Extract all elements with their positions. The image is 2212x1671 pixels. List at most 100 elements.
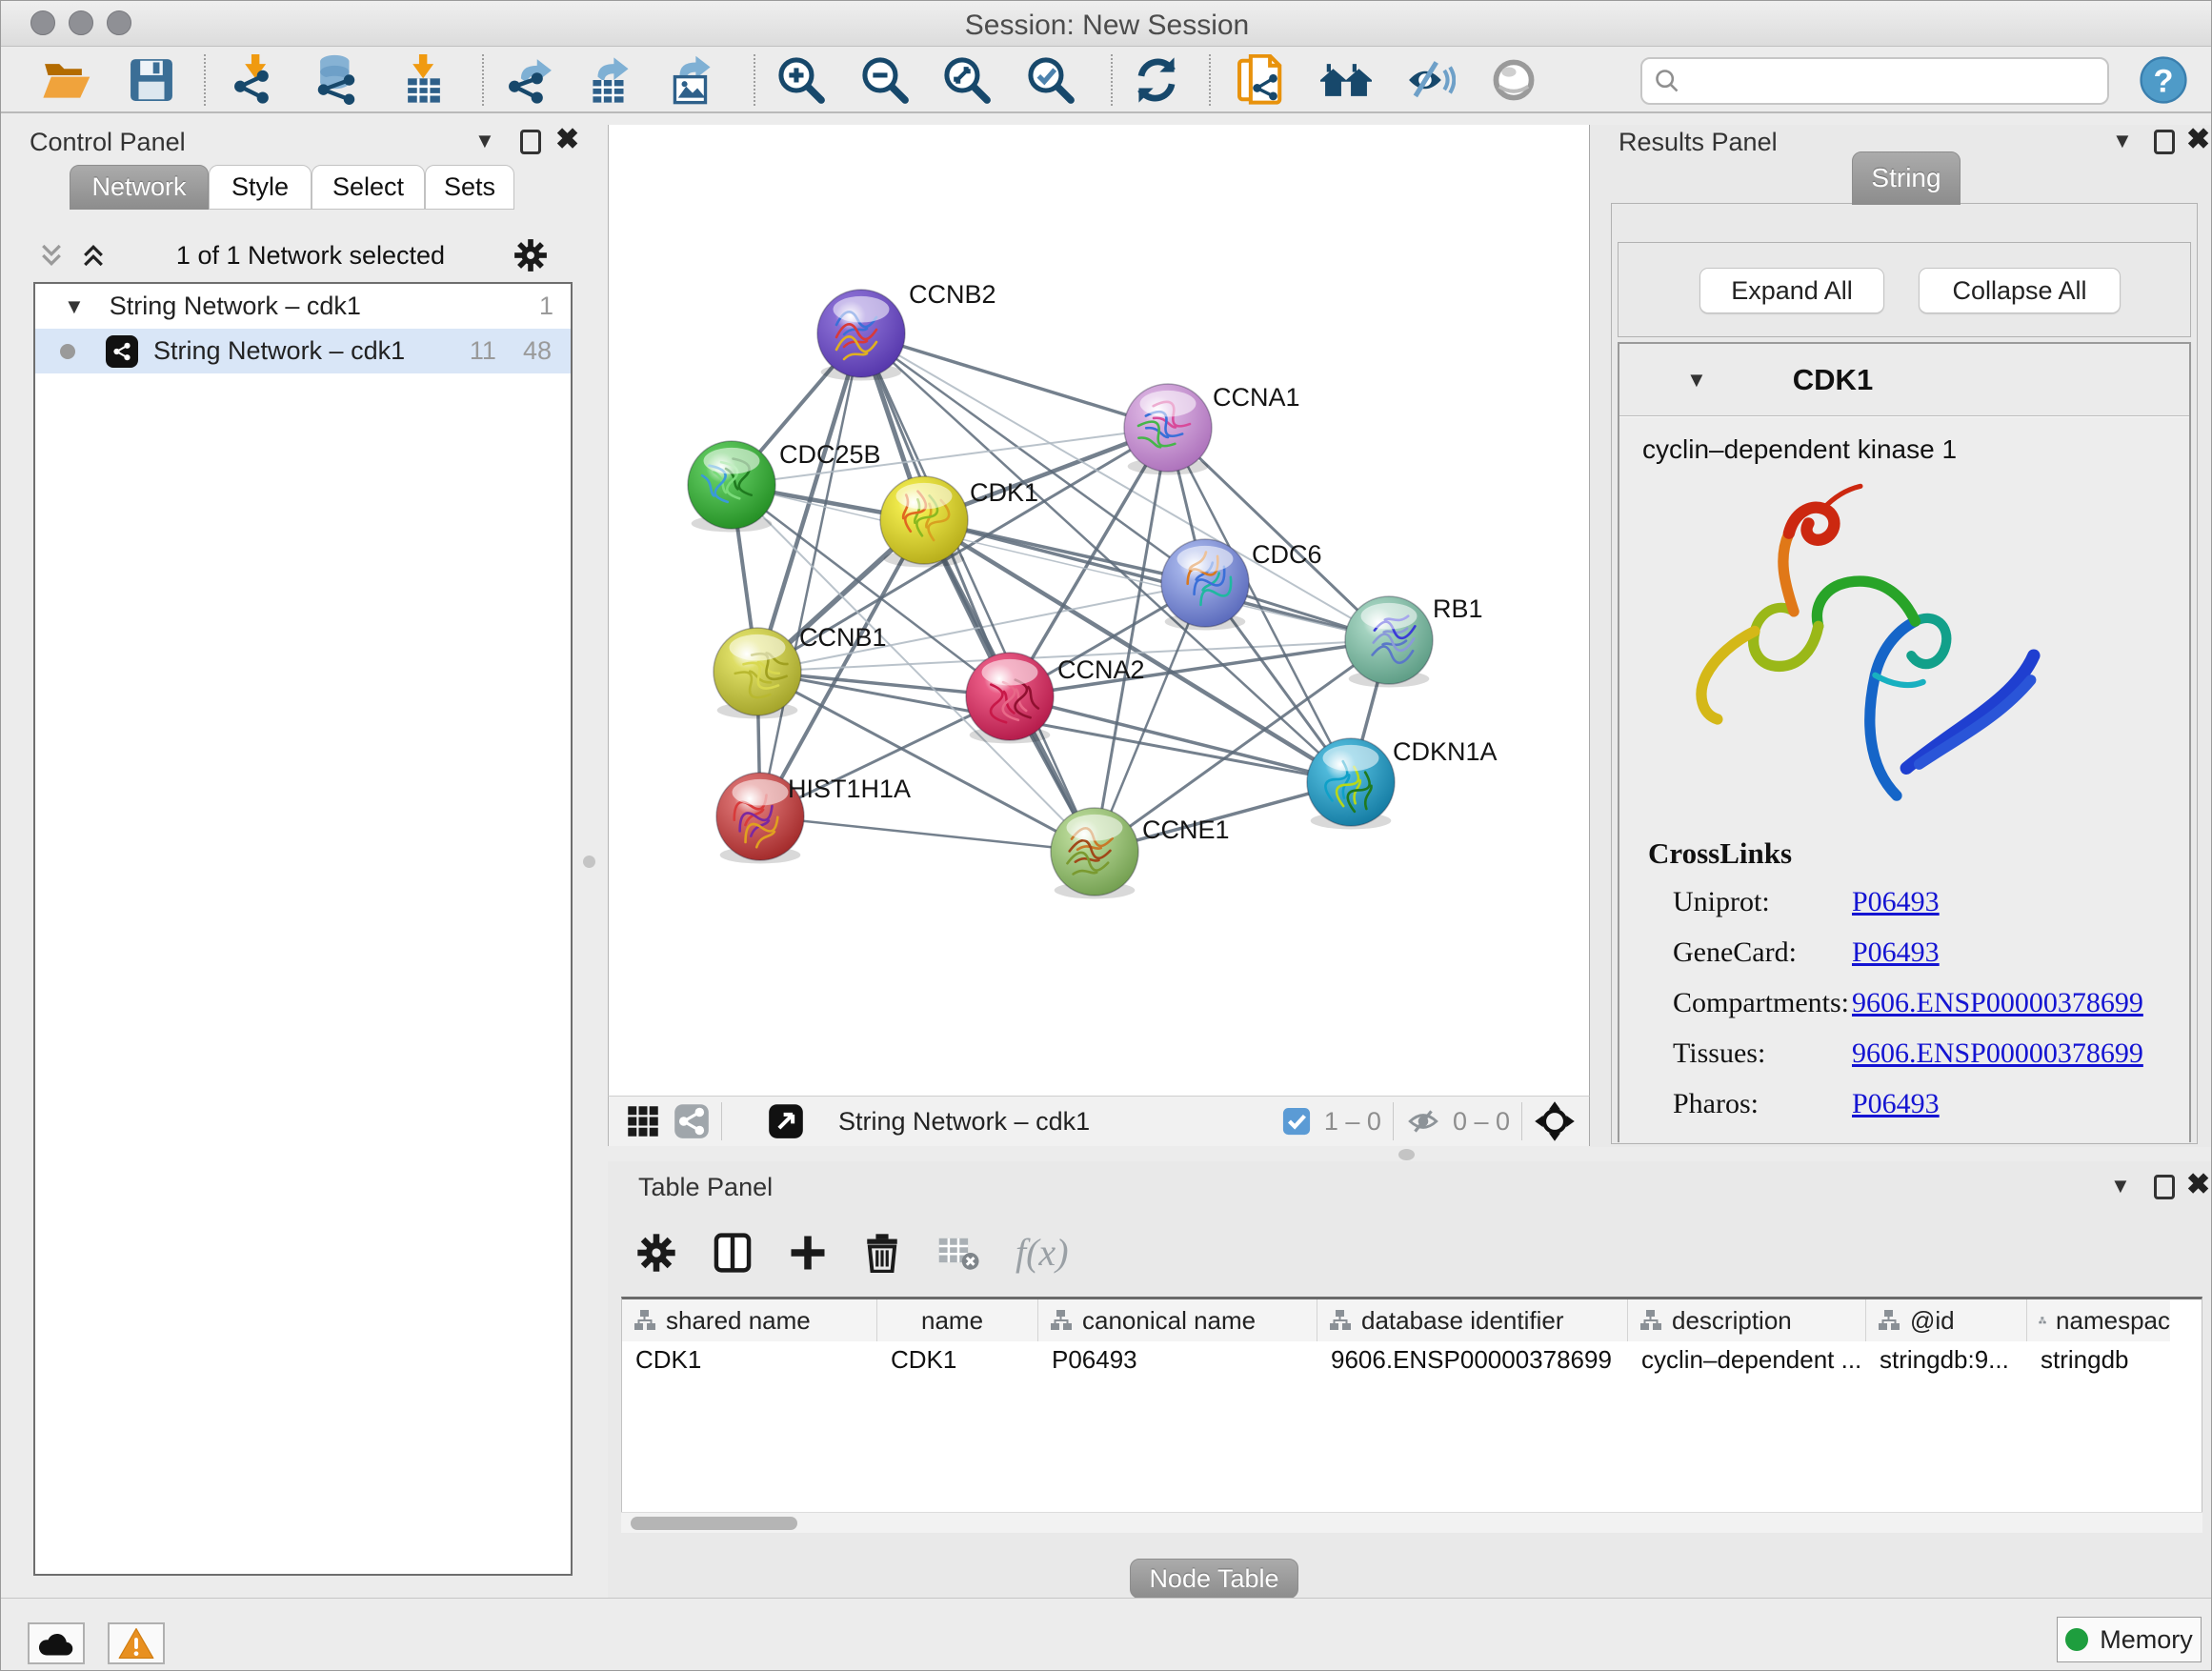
control-panel-close-icon[interactable]: ✖ [555,126,579,154]
column-header-shared-name[interactable]: shared name [622,1299,877,1341]
crosslink-compartments-link[interactable]: 9606.ENSP00000378699 [1852,987,2143,1019]
help-icon[interactable]: ? [2135,53,2192,107]
expand-all-chevrons-icon[interactable] [79,241,108,270]
delete-table-icon[interactable] [937,1235,979,1271]
tab-style[interactable]: Style [209,165,312,210]
network-view-title: String Network – cdk1 [838,1107,1090,1137]
hide-details-eye-slash-icon[interactable] [1401,53,1458,107]
network-overview-share-icon[interactable] [674,1103,710,1139]
crosslink-uniprot-link[interactable]: P06493 [1852,886,1940,918]
zoom-fit-icon[interactable] [938,53,995,107]
table-panel-float-icon[interactable] [2154,1175,2175,1199]
fit-selected-crosshair-icon[interactable] [1534,1100,1576,1142]
control-panel-collapse-icon[interactable]: ▼ [474,131,495,151]
table-horizontal-scrollbar[interactable] [621,1512,2202,1533]
import-table-icon[interactable] [395,53,452,107]
results-panel-collapse-icon[interactable]: ▼ [2112,131,2133,151]
cell-id[interactable]: stringdb:9... [1866,1341,2027,1378]
import-network-file-icon[interactable] [228,53,285,107]
results-panel-float-icon[interactable] [2154,130,2175,154]
cell-description[interactable]: cyclin–dependent ... [1628,1341,1866,1378]
refresh-icon[interactable] [1128,53,1185,107]
selected-items-checkbox-icon[interactable] [1282,1107,1311,1136]
export-network-icon[interactable] [502,53,559,107]
show-details-eye-icon[interactable] [1485,53,1542,107]
crosslink-genecard-link[interactable]: P06493 [1852,936,1940,969]
export-table-icon[interactable] [582,53,639,107]
network-edge-CCNB2-CCNA1[interactable] [861,333,1168,428]
control-panel-float-icon[interactable] [520,130,541,154]
add-column-icon[interactable] [789,1234,827,1272]
clone-network-icon[interactable] [1232,53,1289,107]
table-row[interactable]: CDK1 CDK1 P06493 9606.ENSP00000378699 cy… [622,1341,2202,1378]
tab-sets[interactable]: Sets [425,165,514,210]
export-image-icon[interactable] [664,53,721,107]
column-header-id[interactable]: @id [1866,1299,2027,1341]
zoom-out-icon[interactable] [856,53,914,107]
results-panel-close-icon[interactable]: ✖ [2186,126,2210,154]
cloud-tasks-button[interactable] [28,1622,85,1664]
table-settings-gear-icon[interactable] [636,1233,676,1273]
column-header-namespace[interactable]: namespac [2027,1299,2170,1341]
cell-shared-name[interactable]: CDK1 [622,1341,877,1378]
search-field[interactable] [1690,67,2090,96]
cell-namespace[interactable]: stringdb [2027,1341,2170,1378]
protein-disclosure-icon[interactable]: ▼ [1686,370,1707,391]
tab-node-table[interactable]: Node Table [1130,1559,1298,1599]
collection-disclosure-icon[interactable]: ▼ [64,296,85,317]
node-label-HIST1H1A: HIST1H1A [788,775,911,803]
network-edge-CCNA2-CDKN1A[interactable] [1010,696,1351,782]
table-panel-collapse-icon[interactable]: ▼ [2110,1176,2131,1197]
column-header-database-identifier[interactable]: database identifier [1317,1299,1628,1341]
protein-card-header[interactable]: ▼ CDK1 [1619,344,2189,416]
expand-all-button[interactable]: Expand All [1699,268,1884,313]
function-builder-icon[interactable]: f(x) [1016,1230,1069,1275]
zoom-in-icon[interactable] [773,53,830,107]
search-input[interactable] [1640,57,2109,105]
column-header-description[interactable]: description [1628,1299,1866,1341]
collapse-all-chevrons-icon[interactable] [37,241,66,270]
main-toolbar: ? [1,47,2212,113]
crosslink-pharos-link[interactable]: P06493 [1852,1088,1940,1120]
delete-column-trash-icon[interactable] [863,1233,901,1273]
table-toolbar: f(x) [636,1230,1069,1275]
table-panel-title: Table Panel [638,1173,773,1202]
network-canvas[interactable]: CCNB2CCNA1CDC25BCDK1CDC6RB1CCNB1CCNA2CDK… [608,125,1590,1096]
tab-select[interactable]: Select [312,165,425,210]
network-options-gear-icon[interactable] [513,238,548,272]
import-network-database-icon[interactable] [308,53,365,107]
birdseye-view-icon[interactable] [626,1104,660,1138]
tab-network[interactable]: Network [70,165,209,210]
column-header-canonical-name[interactable]: canonical name [1038,1299,1317,1341]
network-edge-CCNE1-HIST1H1A[interactable] [760,816,1095,852]
show-columns-icon[interactable] [713,1233,753,1273]
network-selector-row: 1 of 1 Network selected [24,234,563,276]
node-gloss [1067,815,1123,841]
scrollbar-thumb[interactable] [631,1517,797,1530]
memory-button[interactable]: Memory [2057,1617,2202,1662]
open-in-new-window-icon[interactable] [768,1103,804,1139]
results-tab-string[interactable]: String [1852,151,1961,205]
cell-canonical-name[interactable]: P06493 [1038,1341,1317,1378]
home-icon[interactable] [1317,53,1375,107]
cell-name[interactable]: CDK1 [877,1341,1038,1378]
network-collection-row[interactable]: ▼ String Network – cdk1 1 [35,284,571,329]
column-header-name[interactable]: name [877,1299,1038,1341]
crosslink-tissues-link[interactable]: 9606.ENSP00000378699 [1852,1037,2143,1070]
zoom-selected-icon[interactable] [1022,53,1079,107]
hidden-items-eye-slash-icon[interactable] [1405,1105,1441,1137]
network-edge-CCNB2-HIST1H1A[interactable] [760,333,861,816]
network-edge-CDK1-RB1[interactable] [924,520,1389,640]
collapse-all-button[interactable]: Collapse All [1919,268,2121,313]
table-panel-close-icon[interactable]: ✖ [2186,1171,2210,1199]
network-row[interactable]: String Network – cdk1 11 48 [35,329,571,373]
node-label-RB1: RB1 [1433,594,1483,623]
protein-structure-image [1658,474,2067,827]
open-session-icon[interactable] [37,53,94,107]
save-session-icon[interactable] [123,53,180,107]
warnings-button[interactable] [108,1622,165,1664]
node-label-CCNA1: CCNA1 [1213,383,1300,412]
vertical-splitter-handle[interactable] [583,856,595,868]
horizontal-splitter-handle[interactable] [1398,1149,1415,1160]
cell-database-identifier[interactable]: 9606.ENSP00000378699 [1317,1341,1628,1378]
